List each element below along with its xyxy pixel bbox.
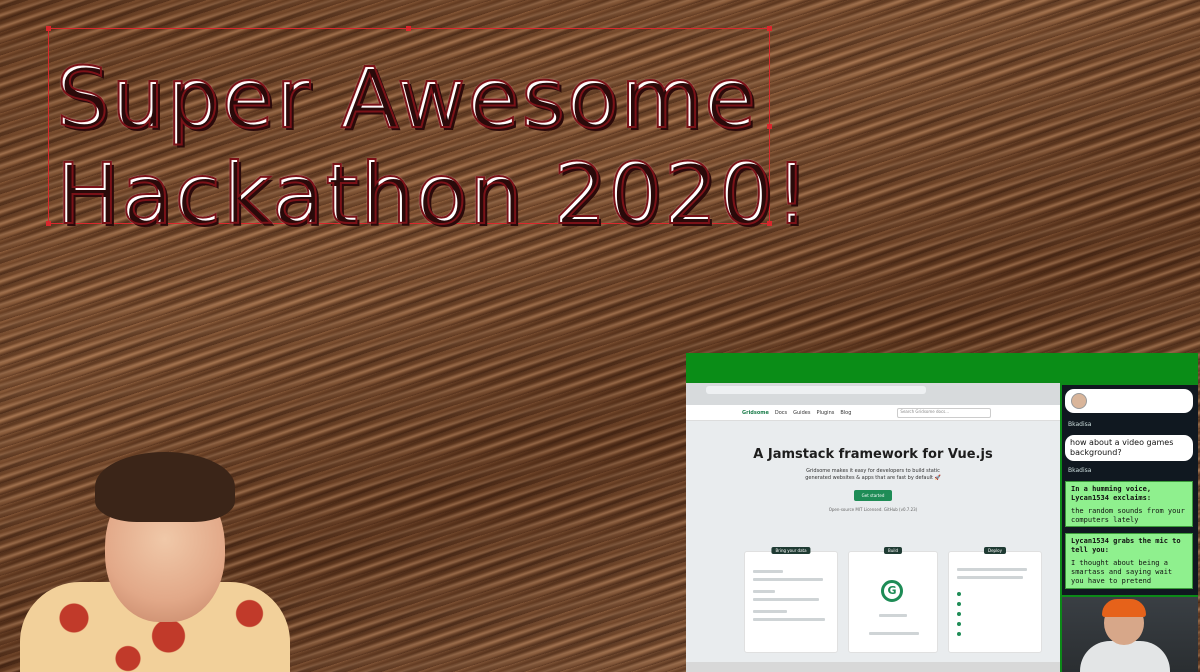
- chat-message-text: how about a video games background?: [1070, 438, 1174, 457]
- gridsome-logo-icon: G: [881, 580, 903, 602]
- card-tag: Deploy: [983, 547, 1007, 554]
- check-icon: [957, 632, 961, 636]
- alert-headline: In a humming voice, Lycan1534 exclaims:: [1071, 485, 1152, 502]
- orange-beanie: [1102, 599, 1146, 617]
- user-avatar: [1071, 393, 1087, 409]
- chat-alert: In a humming voice, Lycan1534 exclaims: …: [1065, 481, 1193, 527]
- hero-section: A Jamstack framework for Vue.js Gridsome…: [686, 447, 1060, 512]
- card-build: Build G: [848, 547, 938, 653]
- browser-capture: Gridsome Docs Guides Plugins Blog Search…: [686, 383, 1060, 672]
- green-screen-bar: [686, 353, 1198, 381]
- browser-chrome: [686, 383, 1060, 406]
- nav-link-docs[interactable]: Docs: [775, 410, 787, 416]
- check-icon: [957, 592, 961, 596]
- card-deploy: Deploy: [948, 547, 1042, 653]
- streamer-hair: [95, 452, 235, 522]
- nav-link-plugins[interactable]: Plugins: [816, 410, 834, 416]
- site-nav: Gridsome Docs Guides Plugins Blog Search…: [686, 405, 1060, 421]
- alert-message: I thought about being a smartass and say…: [1071, 559, 1173, 585]
- chat-alert: Lycan1534 grabs the mic to tell you: I t…: [1065, 533, 1193, 589]
- card-tag: Bring your data: [771, 547, 811, 554]
- stream-capture-panel: Gridsome Docs Guides Plugins Blog Search…: [686, 353, 1198, 672]
- alert-headline: Lycan1534 grabs the mic to tell you:: [1071, 537, 1181, 554]
- feature-cards: Bring your data Build G Deploy: [744, 547, 1042, 661]
- check-icon: [957, 622, 961, 626]
- site-logo[interactable]: Gridsome: [742, 410, 769, 416]
- guest-webcam: [1062, 597, 1198, 672]
- site-search-input[interactable]: Search Gridsome docs...: [897, 407, 992, 418]
- get-started-button[interactable]: Get started: [853, 490, 893, 501]
- resize-handle[interactable]: [46, 221, 51, 226]
- stream-title: Super Awesome Hackathon 2020!: [55, 49, 816, 243]
- card-tag: Build: [883, 547, 903, 554]
- card-bring-data: Bring your data: [744, 547, 838, 653]
- hero-subtext: Open-source MIT Licensed. GitHub (v0.7.2…: [828, 507, 918, 512]
- chat-message: how about a video games background?: [1065, 435, 1193, 461]
- chat-author: Bkadisa: [1068, 467, 1092, 474]
- check-icon: [957, 602, 961, 606]
- browser-tabs[interactable]: [706, 386, 926, 394]
- hero-description: Gridsome makes it easy for developers to…: [805, 468, 941, 481]
- resize-handle[interactable]: [767, 26, 772, 31]
- nav-link-blog[interactable]: Blog: [840, 410, 851, 416]
- hero-heading: A Jamstack framework for Vue.js: [753, 447, 993, 462]
- alert-message: the random sounds from your computers la…: [1071, 507, 1185, 524]
- chat-author: Bkadisa: [1068, 421, 1092, 428]
- nav-link-guides[interactable]: Guides: [793, 410, 810, 416]
- check-icon: [957, 612, 961, 616]
- guest-body: [1080, 641, 1170, 672]
- chat-overlay: Bkadisa how about a video games backgrou…: [1062, 385, 1198, 595]
- streamer-webcam: [20, 452, 290, 672]
- title-line-2: Hackathon 2020!: [55, 145, 811, 243]
- resize-handle[interactable]: [406, 26, 411, 31]
- resize-handle[interactable]: [46, 26, 51, 31]
- os-taskbar: [686, 662, 1060, 672]
- title-line-1: Super Awesome: [55, 49, 758, 147]
- chat-message: [1065, 389, 1193, 413]
